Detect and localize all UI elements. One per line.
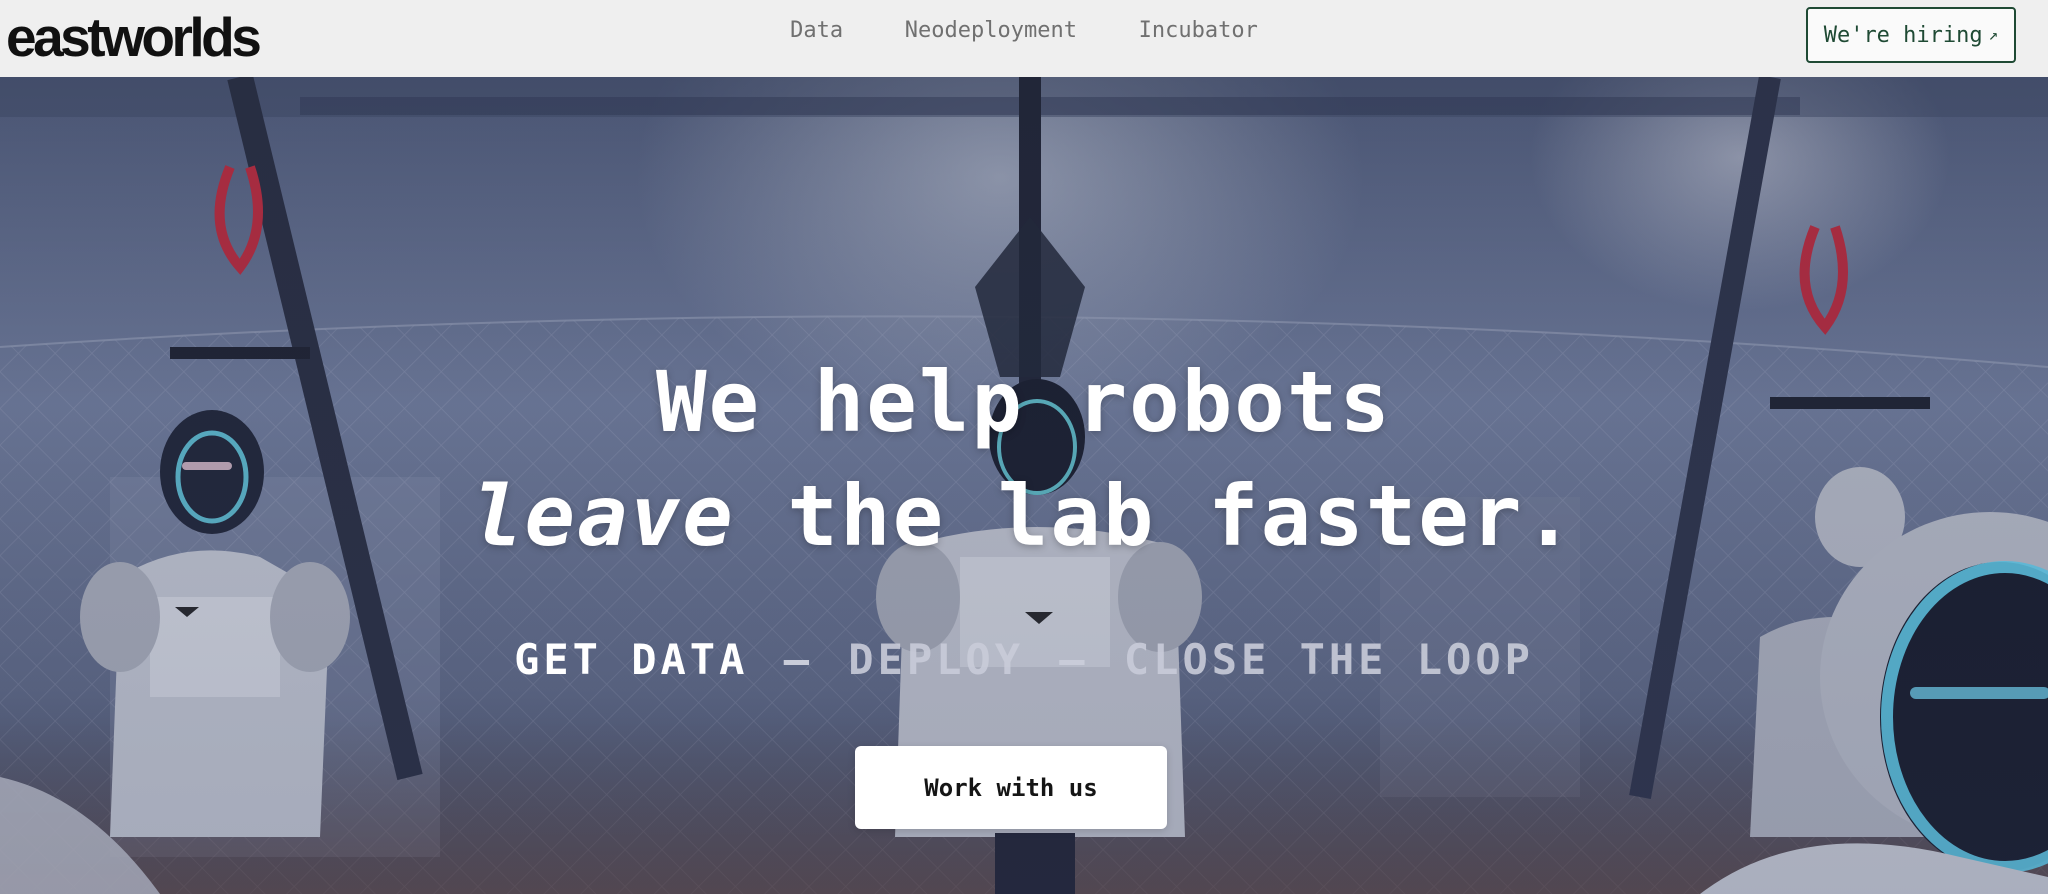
hero-tagline: GET DATA – DEPLOY – CLOSE THE LOOP: [0, 630, 2048, 690]
work-with-us-button[interactable]: Work with us: [855, 746, 1167, 829]
top-nav-bar: eastworlds Data Neodeployment Incubator …: [0, 0, 2048, 77]
hero-section: We help robots leave the lab faster. GET…: [0, 77, 2048, 894]
hiring-label: We're hiring: [1823, 22, 1983, 48]
main-nav: Data Neodeployment Incubator: [0, 16, 2048, 46]
headline-line-1: We help robots: [655, 353, 1392, 451]
arrow-up-right-icon: ↗: [1988, 25, 1999, 44]
tagline-get-data: GET DATA: [514, 635, 749, 684]
hero-headline: We help robots leave the lab faster.: [0, 345, 2048, 573]
headline-emphasis: leave: [471, 467, 735, 565]
headline-line-2: the lab faster.: [734, 467, 1577, 565]
tagline-separator: –: [783, 635, 813, 684]
nav-link-incubator[interactable]: Incubator: [1139, 16, 1258, 46]
tagline-separator: –: [1059, 635, 1089, 684]
brand-logo[interactable]: eastworlds: [6, 2, 262, 72]
hiring-button[interactable]: We're hiring ↗: [1806, 7, 2016, 63]
tagline-deploy: DEPLOY: [848, 635, 1024, 684]
nav-link-neodeployment[interactable]: Neodeployment: [905, 16, 1077, 46]
nav-link-data[interactable]: Data: [790, 16, 843, 46]
tagline-close-the-loop: CLOSE THE LOOP: [1123, 635, 1534, 684]
